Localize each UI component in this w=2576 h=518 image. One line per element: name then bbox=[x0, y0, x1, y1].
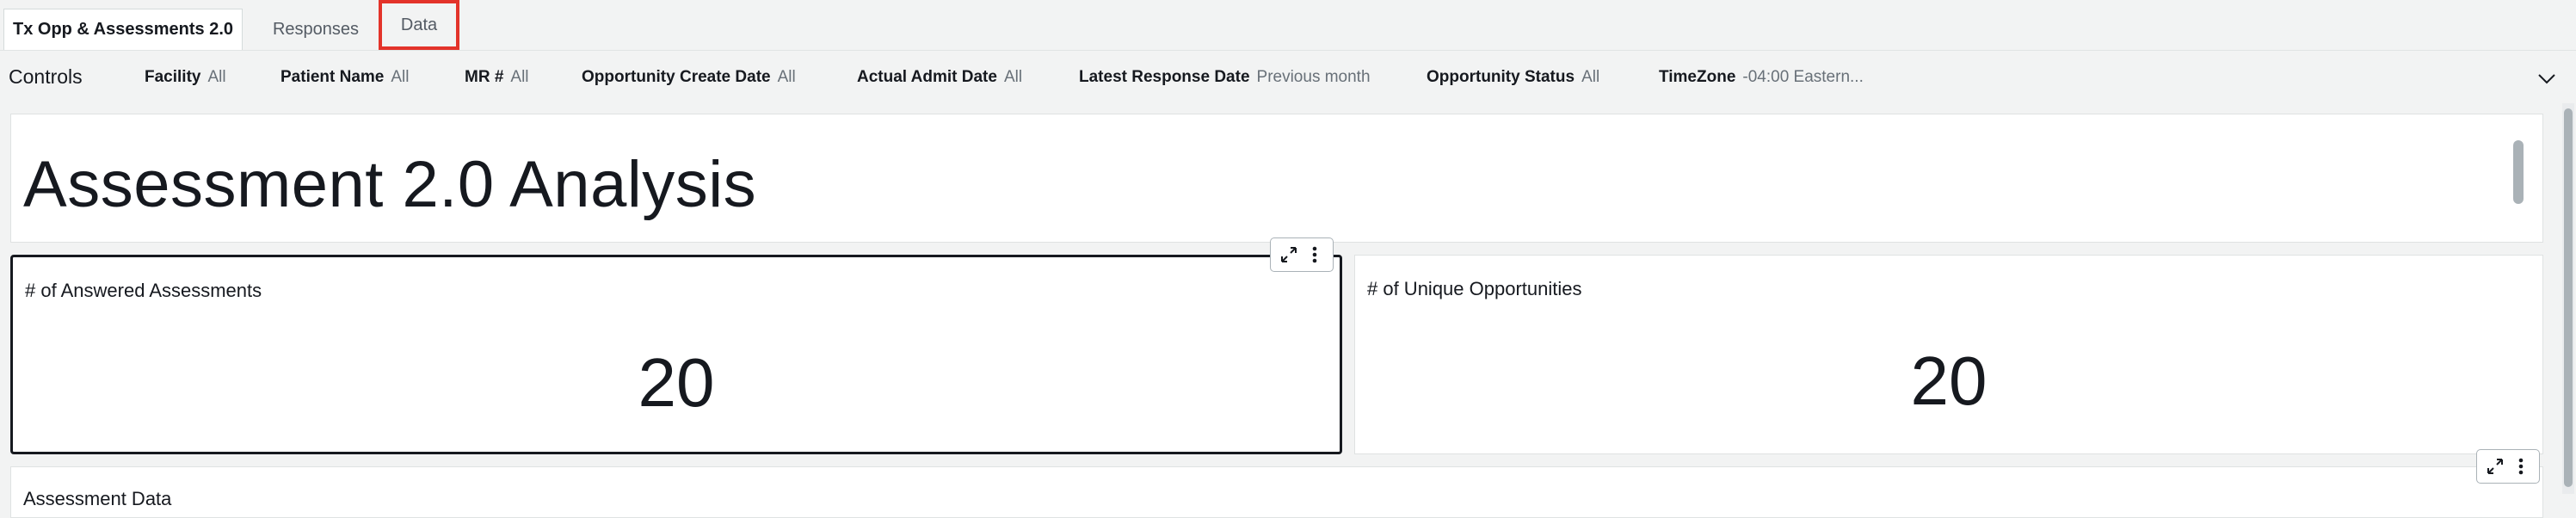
scrollbar-thumb[interactable] bbox=[2564, 108, 2573, 487]
filter-actual-admit-date[interactable]: Actual Admit Date All bbox=[857, 51, 1022, 104]
visual-toolbar bbox=[2476, 449, 2540, 484]
filter-key: MR # bbox=[465, 68, 504, 86]
filter-opportunity-create-date[interactable]: Opportunity Create Date All bbox=[582, 51, 796, 104]
kpi-value: 20 bbox=[1910, 342, 1987, 419]
filter-value: All bbox=[1581, 68, 1600, 86]
expand-icon[interactable] bbox=[1278, 244, 1300, 266]
filter-opportunity-status[interactable]: Opportunity Status All bbox=[1427, 51, 1599, 104]
panel-scrollbar[interactable] bbox=[2513, 140, 2524, 204]
filter-timezone[interactable]: TimeZone -04:00 Eastern... bbox=[1659, 51, 1864, 104]
filter-key: Actual Admit Date bbox=[857, 68, 997, 86]
more-vertical-icon[interactable] bbox=[2510, 455, 2532, 478]
assessment-data-visual[interactable]: Assessment Data bbox=[10, 466, 2543, 518]
visual-toolbar bbox=[1270, 237, 1334, 272]
expand-icon[interactable] bbox=[2484, 455, 2506, 478]
filter-value: -04:00 Eastern... bbox=[1742, 68, 1864, 86]
sheet-canvas: Assessment 2.0 Analysis # of Answered As… bbox=[0, 103, 2576, 518]
filter-key: Opportunity Status bbox=[1427, 68, 1575, 86]
kpi-answered-assessments[interactable]: # of Answered Assessments 20 bbox=[10, 255, 1342, 454]
filter-value: All bbox=[391, 68, 410, 86]
page-scrollbar[interactable] bbox=[2562, 103, 2574, 494]
filter-value: All bbox=[777, 68, 796, 86]
filter-mr-number[interactable]: MR # All bbox=[465, 51, 529, 104]
page-title: Assessment 2.0 Analysis bbox=[23, 148, 757, 221]
filter-facility[interactable]: Facility All bbox=[145, 51, 226, 104]
kpi-unique-opportunities[interactable]: # of Unique Opportunities 20 bbox=[1354, 255, 2543, 454]
kpi-value: 20 bbox=[638, 344, 715, 421]
controls-label: Controls bbox=[9, 65, 83, 88]
tab-label: Tx Opp & Assessments 2.0 bbox=[12, 20, 234, 39]
filter-key: Latest Response Date bbox=[1079, 68, 1250, 86]
visual-title: Assessment Data bbox=[23, 488, 172, 509]
tab-responses[interactable]: Responses bbox=[258, 9, 373, 50]
chevron-down-icon[interactable] bbox=[2536, 68, 2557, 89]
tab-tx-opp-assessments[interactable]: Tx Opp & Assessments 2.0 bbox=[3, 9, 243, 50]
tab-data[interactable]: Data bbox=[379, 0, 459, 50]
filter-key: TimeZone bbox=[1659, 68, 1736, 86]
filter-value: All bbox=[510, 68, 529, 86]
kpi-label: # of Answered Assessments bbox=[25, 280, 262, 301]
tab-label: Responses bbox=[272, 19, 360, 39]
sheet-tab-bar: Tx Opp & Assessments 2.0 Responses Data bbox=[0, 0, 2576, 50]
filter-key: Facility bbox=[145, 68, 201, 86]
kpi-label: # of Unique Opportunities bbox=[1367, 278, 1582, 299]
filter-latest-response-date[interactable]: Latest Response Date Previous month bbox=[1079, 51, 1371, 104]
filter-key: Opportunity Create Date bbox=[582, 68, 771, 86]
filter-patient-name[interactable]: Patient Name All bbox=[280, 51, 410, 104]
more-vertical-icon[interactable] bbox=[1303, 244, 1326, 266]
title-visual[interactable]: Assessment 2.0 Analysis bbox=[10, 114, 2543, 243]
filter-value: All bbox=[1003, 68, 1023, 86]
filter-key: Patient Name bbox=[280, 68, 385, 86]
tab-label: Data bbox=[400, 15, 438, 34]
controls-bar: Controls Facility All Patient Name All M… bbox=[0, 50, 2576, 103]
filter-value: Previous month bbox=[1256, 68, 1371, 86]
filter-value: All bbox=[207, 68, 226, 86]
